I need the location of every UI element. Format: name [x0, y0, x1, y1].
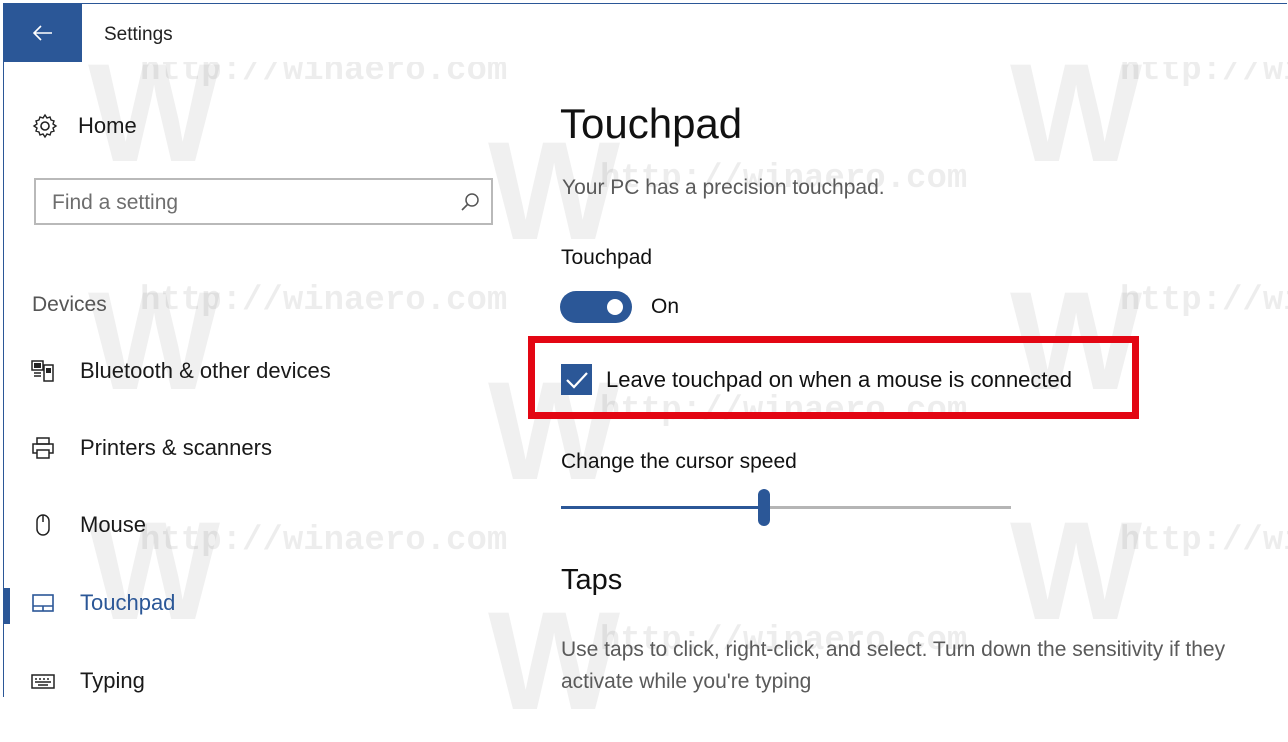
page-title: Touchpad	[560, 100, 743, 147]
mouse-icon	[30, 512, 56, 538]
home-label: Home	[78, 113, 137, 138]
gear-icon	[32, 113, 58, 139]
checkmark-icon	[565, 371, 588, 389]
back-arrow-icon	[33, 25, 52, 41]
keyboard-icon	[30, 668, 56, 694]
leave-touchpad-on-checkbox[interactable]	[561, 364, 592, 395]
sidebar-item-label: Bluetooth & other devices	[80, 358, 331, 383]
section-label-devices: Devices	[32, 293, 107, 316]
search-icon[interactable]	[459, 191, 481, 213]
taps-heading: Taps	[561, 564, 623, 596]
back-button[interactable]	[4, 4, 82, 62]
sidebar-item-mouse[interactable]: Mouse	[30, 505, 146, 545]
watermark-text: http://winaero.com	[140, 522, 508, 560]
sidebar-item-label: Touchpad	[80, 590, 176, 615]
touchpad-toggle[interactable]	[560, 291, 632, 323]
toggle-state-text: On	[651, 295, 680, 318]
watermark-logo: W	[88, 262, 221, 419]
leave-touchpad-on-label[interactable]: Leave touchpad on when a mouse is connec…	[606, 367, 1072, 393]
printer-icon	[30, 435, 56, 461]
cursor-speed-track[interactable]	[561, 506, 1011, 509]
title-bar	[4, 4, 1288, 62]
sidebar-item-typing[interactable]: Typing	[30, 661, 145, 701]
toggle-knob	[607, 299, 623, 315]
sidebar-item-label: Printers & scanners	[80, 435, 272, 460]
watermark-text: http://wi	[1120, 282, 1288, 320]
touchpad-icon	[30, 590, 56, 616]
active-indicator	[4, 588, 10, 624]
cursor-speed-label: Change the cursor speed	[561, 450, 797, 473]
cursor-speed-fill	[561, 506, 764, 509]
window-title: Settings	[104, 24, 173, 45]
page-description: Your PC has a precision touchpad.	[562, 176, 885, 199]
cursor-speed-thumb[interactable]	[758, 489, 770, 526]
sidebar-item-label: Mouse	[80, 512, 147, 537]
search-placeholder: Find a setting	[52, 191, 179, 214]
sidebar-item-touchpad[interactable]: Touchpad	[30, 583, 175, 623]
watermark-text: http://winaero.com	[140, 282, 508, 320]
sidebar-item-printers[interactable]: Printers & scanners	[30, 428, 272, 468]
taps-description: Use taps to click, right-click, and sele…	[561, 638, 1226, 693]
watermark-logo: W	[1010, 492, 1143, 649]
sidebar-item-label: Typing	[80, 668, 145, 693]
sidebar-item-bluetooth[interactable]: Bluetooth & other devices	[30, 351, 331, 391]
watermark-text: http://wi	[1120, 522, 1288, 560]
search-input[interactable]: Find a setting	[34, 178, 493, 225]
touchpad-toggle-label: Touchpad	[561, 246, 653, 269]
sidebar-item-home[interactable]: Home	[32, 108, 137, 144]
bluetooth-devices-icon	[30, 358, 56, 384]
